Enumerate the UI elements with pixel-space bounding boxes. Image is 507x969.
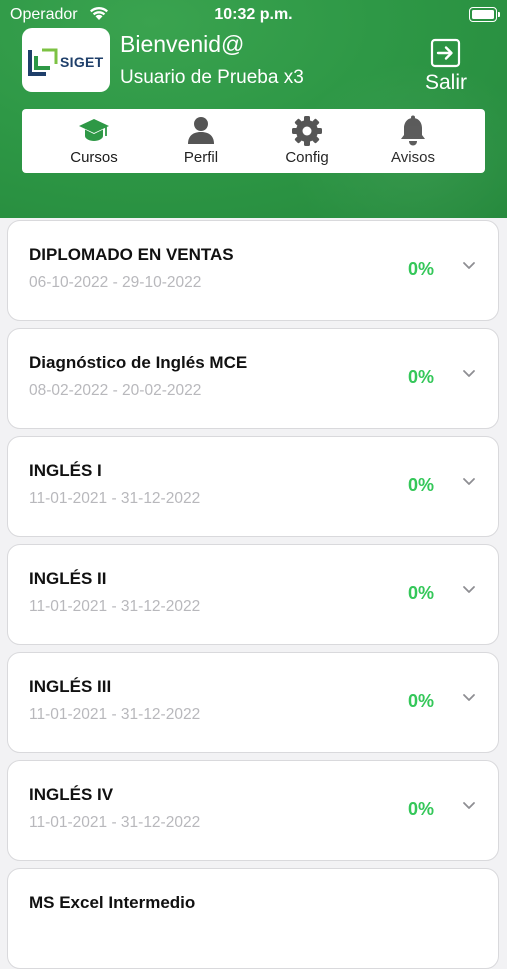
tab-perfil[interactable]: Perfil — [156, 109, 246, 173]
course-dates: 06-10-2022 - 29-10-2022 — [29, 274, 202, 291]
chevron-down-icon[interactable] — [462, 585, 476, 595]
siget-logo: SIGET — [22, 28, 110, 92]
battery-icon — [469, 7, 500, 22]
course-card[interactable]: DIPLOMADO EN VENTAS 06-10-2022 - 29-10-2… — [7, 220, 499, 321]
tab-avisos[interactable]: Avisos — [368, 109, 458, 173]
course-dates: 08-02-2022 - 20-02-2022 — [29, 382, 202, 399]
bell-icon — [368, 115, 458, 147]
logout-button[interactable]: Salir — [418, 36, 474, 98]
course-title: INGLÉS II — [29, 569, 107, 588]
username-label: Usuario de Prueba x3 — [120, 67, 304, 88]
course-title: DIPLOMADO EN VENTAS — [29, 245, 234, 264]
course-card[interactable]: INGLÉS I 11-01-2021 - 31-12-2022 0% — [7, 436, 499, 537]
status-time: 10:32 p.m. — [214, 6, 293, 23]
logout-label: Salir — [424, 71, 467, 94]
course-dates: 11-01-2021 - 31-12-2022 — [29, 490, 201, 507]
course-title: Diagnóstico de Inglés MCE — [29, 353, 248, 372]
logout-icon — [430, 38, 461, 68]
course-title: INGLÉS I — [29, 461, 102, 480]
chevron-down-icon[interactable] — [462, 261, 476, 271]
course-progress: 0% — [408, 475, 435, 495]
tab-bar: Cursos Perfil Config Avisos — [22, 109, 485, 173]
status-bar: Operador 10:32 p.m. — [0, 0, 507, 30]
gear-icon — [262, 115, 352, 147]
course-progress: 0% — [408, 583, 435, 603]
chevron-down-icon[interactable] — [462, 477, 476, 487]
course-card[interactable]: INGLÉS III 11-01-2021 - 31-12-2022 0% — [7, 652, 499, 753]
tab-label-config: Config — [285, 149, 329, 166]
course-dates: 11-01-2021 - 31-12-2022 — [29, 706, 201, 723]
course-title: MS Excel Intermedio — [29, 893, 196, 912]
course-dates: 11-01-2021 - 31-12-2022 — [29, 814, 201, 831]
course-title: INGLÉS III — [29, 677, 112, 696]
graduation-cap-icon — [49, 115, 139, 147]
course-progress: 0% — [408, 259, 435, 279]
tab-label-cursos: Cursos — [70, 149, 118, 166]
tab-label-perfil: Perfil — [183, 149, 219, 166]
course-progress: 0% — [408, 691, 435, 711]
chevron-down-icon[interactable] — [462, 801, 476, 811]
course-dates: 11-01-2021 - 31-12-2022 — [29, 598, 201, 615]
welcome-title: Bienvenid@ — [120, 31, 245, 57]
tab-label-avisos: Avisos — [391, 149, 435, 166]
course-title: INGLÉS IV — [29, 785, 114, 804]
course-card[interactable]: MS Excel Intermedio — [7, 868, 499, 969]
logo-text: SIGET — [60, 54, 104, 70]
person-icon — [156, 115, 246, 147]
course-card[interactable]: Diagnóstico de Inglés MCE 08-02-2022 - 2… — [7, 328, 499, 429]
course-progress: 0% — [408, 367, 435, 387]
chevron-down-icon[interactable] — [462, 369, 476, 379]
tab-cursos[interactable]: Cursos — [49, 109, 139, 173]
logo-mark-icon — [28, 48, 58, 76]
course-progress: 0% — [408, 799, 435, 819]
tab-config[interactable]: Config — [262, 109, 352, 173]
chevron-down-icon[interactable] — [462, 693, 476, 703]
course-card[interactable]: INGLÉS II 11-01-2021 - 31-12-2022 0% — [7, 544, 499, 645]
course-card[interactable]: INGLÉS IV 11-01-2021 - 31-12-2022 0% — [7, 760, 499, 861]
app-header: Operador 10:32 p.m. SIGET Bienvenid@ Usu… — [0, 0, 507, 218]
